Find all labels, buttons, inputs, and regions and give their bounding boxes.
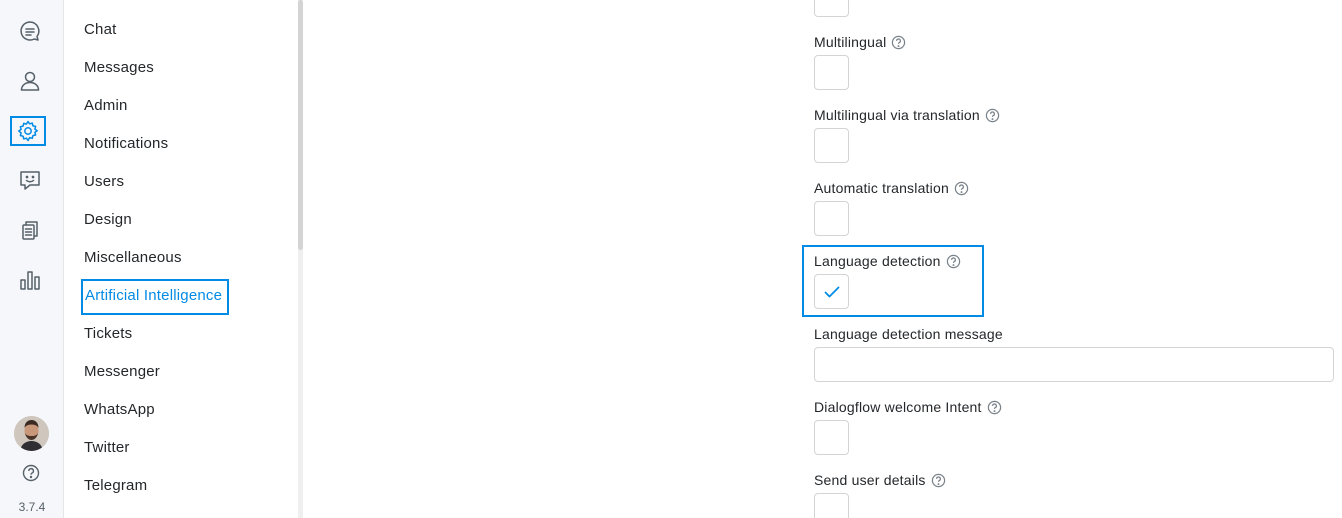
multilingual-translation-checkbox[interactable] [814,128,849,163]
chatbot-nav-button[interactable] [10,162,50,198]
help-icon[interactable] [985,108,1000,123]
nav-item-admin[interactable]: Admin [84,96,128,116]
chat-bubble-icon [20,21,40,41]
multilingual-checkbox[interactable] [814,55,849,90]
nav-item-chat[interactable]: Chat [84,20,117,40]
dialogflow-welcome-checkbox[interactable] [814,420,849,455]
icon-rail: 3.7.4 [0,0,64,518]
reports-nav-button[interactable] [10,262,50,298]
automatic-translation-label: Automatic translation [814,180,969,196]
multilingual-translation-label: Multilingual via translation [814,107,1000,123]
help-icon[interactable] [891,35,906,50]
send-user-details-checkbox[interactable] [814,493,849,518]
nav-item-whatsapp[interactable]: WhatsApp [84,400,155,420]
nav-item-messages[interactable]: Messages [84,58,154,78]
language-detection-checkbox[interactable] [814,274,849,309]
settings-content: Multilingual Multilingual via translatio… [303,0,1342,518]
settings-nav-button[interactable] [10,116,46,146]
nav-item-telegram[interactable]: Telegram [84,476,147,496]
user-icon [20,71,40,91]
automatic-translation-checkbox[interactable] [814,201,849,236]
nav-item-design[interactable]: Design [84,210,132,230]
nav-item-twitter[interactable]: Twitter [84,438,130,458]
help-icon[interactable] [946,254,961,269]
documents-icon [22,221,38,240]
help-icon[interactable] [987,400,1002,415]
smile-message-icon [20,171,40,190]
avatar[interactable] [14,416,49,451]
help-icon[interactable] [931,473,946,488]
users-nav-button[interactable] [10,63,50,99]
nav-item-miscellaneous[interactable]: Miscellaneous [84,248,182,268]
previous-setting-checkbox[interactable] [814,0,849,17]
nav-item-notifications[interactable]: Notifications [84,134,168,154]
avatar-image [14,416,49,451]
language-detection-message-label: Language detection message [814,326,1003,342]
nav-item-users[interactable]: Users [84,172,124,192]
checkmark-icon [824,286,839,297]
language-detection-label: Language detection [814,253,961,269]
settings-nav: Chat Messages Admin Notifications Users … [65,0,301,518]
nav-item-tickets[interactable]: Tickets [84,324,132,344]
bar-chart-icon [20,271,40,290]
help-icon[interactable] [954,181,969,196]
version-label: 3.7.4 [18,500,46,514]
nav-item-messenger[interactable]: Messenger [84,362,160,382]
gear-icon [18,120,38,142]
dialogflow-welcome-label: Dialogflow welcome Intent [814,399,1002,415]
articles-nav-button[interactable] [10,212,50,248]
nav-item-artificial-intelligence[interactable]: Artificial Intelligence [81,279,230,315]
chat-nav-button[interactable] [10,13,50,49]
help-icon[interactable] [22,464,40,482]
multilingual-label: Multilingual [814,34,906,50]
language-detection-message-input[interactable] [814,347,1334,382]
send-user-details-label: Send user details [814,472,946,488]
